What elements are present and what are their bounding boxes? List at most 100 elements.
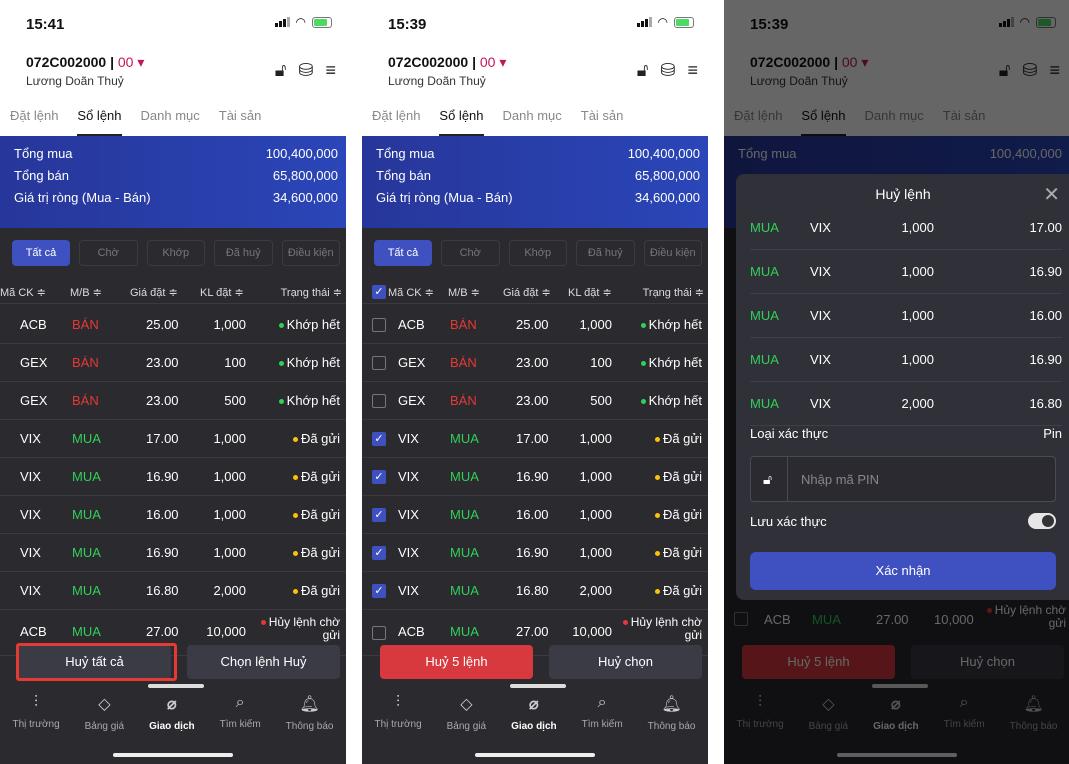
row-checkbox[interactable] [734,612,748,626]
table-row[interactable]: ✓ VIX MUA 16.90 1,000 Đã gửi [362,534,708,572]
account-selector[interactable]: 072C002000 | 00 ▾ [750,54,868,71]
column-price[interactable]: Giá đặt ≑ [503,286,551,299]
tab-assets[interactable]: Tài sản [933,96,995,136]
menu-icon[interactable]: ≡ [325,60,336,81]
column-status[interactable]: Trạng thái ≑ [281,286,342,299]
column-qty[interactable]: KL đặt ≑ [568,286,612,299]
lock-icon[interactable]: 🔓︎ [637,60,649,81]
table-row[interactable]: GEX BÁN 23.00 500 Khớp hết [362,382,708,420]
row-side: MUA [450,545,479,560]
wallet-icon[interactable]: ⛁ [1022,60,1037,81]
tab-portfolio[interactable]: Danh mục [493,96,571,136]
column-symbol[interactable]: Mã CK ≑ [0,286,46,299]
row-checkbox[interactable]: ✓ [372,470,386,484]
tab-order-book[interactable]: Sổ lệnh [67,96,130,136]
tab-order-book[interactable]: Sổ lệnh [791,96,854,136]
filter-all[interactable]: Tất cả [12,240,70,266]
tab-portfolio[interactable]: Danh mục [131,96,209,136]
confirm-button[interactable]: Xác nhận [750,552,1056,590]
row-checkbox[interactable]: ✓ [372,508,386,522]
table-row[interactable]: ACB BÁN 25.00 1,000 Khớp hết [362,306,708,344]
column-side[interactable]: M/B ≑ [448,286,480,299]
tab-place-order[interactable]: Đặt lệnh [0,96,67,136]
cancel-selected-button[interactable]: Huỷ 5 lệnh [742,645,895,679]
auth-type-value[interactable]: Pin [1043,426,1062,441]
save-auth-toggle[interactable] [1028,513,1056,529]
nav-item-bell[interactable]: 🔔︎ Thông báo [648,690,696,748]
filter-conditional[interactable]: Điều kiện [643,240,702,266]
menu-icon[interactable]: ≡ [687,60,698,81]
nav-item-trade[interactable]: ⌀ Giao dịch [149,690,195,748]
filter-cancelled[interactable]: Đã huỷ [214,240,273,266]
column-symbol[interactable]: Mã CK ≑ [388,286,434,299]
nav-item-chart[interactable]: ⫶ Thị trường [374,690,421,748]
table-row[interactable]: ACB BÁN 25.00 1,000 Khớp hết [0,306,346,344]
row-checkbox[interactable] [372,356,386,370]
deselect-button[interactable]: Huỷ chọn [549,645,702,679]
nav-item-tag[interactable]: ◇ Bảng giá [447,690,486,748]
tab-order-book[interactable]: Sổ lệnh [429,96,492,136]
row-checkbox[interactable] [372,626,386,640]
row-checkbox[interactable] [372,318,386,332]
table-row[interactable]: ✓ VIX MUA 16.00 1,000 Đã gửi [362,496,708,534]
wallet-icon[interactable]: ⛁ [298,60,313,81]
nav-item-search[interactable]: ⌕ Tìm kiếm [944,690,985,748]
nav-item-tag[interactable]: ◇ Bảng giá [85,690,124,748]
cancel-order-row: MUA VIX 1,000 17.00 [750,206,1062,250]
table-row[interactable]: GEX BÁN 23.00 500 Khớp hết [0,382,346,420]
deselect-button[interactable]: Huỷ chọn [911,645,1064,679]
table-row[interactable]: ✓ VIX MUA 16.90 1,000 Đã gửi [362,458,708,496]
menu-icon[interactable]: ≡ [1049,60,1060,81]
filter-cancelled[interactable]: Đã huỷ [576,240,635,266]
nav-item-bell[interactable]: 🔔︎ Thông báo [1010,690,1058,748]
table-row[interactable]: VIX MUA 16.80 2,000 Đã gửi [0,572,346,610]
wallet-icon[interactable]: ⛁ [660,60,675,81]
tab-portfolio[interactable]: Danh mục [855,96,933,136]
nav-item-trade[interactable]: ⌀ Giao dịch [873,690,919,748]
tab-assets[interactable]: Tài sản [571,96,633,136]
nav-item-bell[interactable]: 🔔︎ Thông báo [286,690,334,748]
row-checkbox[interactable]: ✓ [372,584,386,598]
row-checkbox[interactable]: ✓ [372,546,386,560]
column-status[interactable]: Trạng thái ≑ [643,286,704,299]
nav-item-chart[interactable]: ⫶ Thị trường [736,690,783,748]
column-price[interactable]: Giá đặt ≑ [130,286,178,299]
nav-item-trade[interactable]: ⌀ Giao dịch [511,690,557,748]
filter-matched[interactable]: Khớp [146,240,205,266]
table-row[interactable]: VIX MUA 17.00 1,000 Đã gửi [0,420,346,458]
filter-pending[interactable]: Chờ [441,240,500,266]
table-row[interactable]: VIX MUA 16.90 1,000 Đã gửi [0,534,346,572]
close-icon[interactable]: ✕ [1043,182,1060,207]
table-row[interactable]: GEX BÁN 23.00 100 Khớp hết [362,344,708,382]
account-selector[interactable]: 072C002000 | 00 ▾ [388,54,506,71]
nav-item-tag[interactable]: ◇ Bảng giá [809,690,848,748]
filter-pending[interactable]: Chờ [79,240,138,266]
table-row[interactable]: ✓ VIX MUA 16.80 2,000 Đã gửi [362,572,708,610]
filter-conditional[interactable]: Điều kiện [281,240,340,266]
filter-all[interactable]: Tất cả [374,240,432,266]
select-orders-to-cancel-button[interactable]: Chọn lệnh Huỷ [187,645,340,679]
cancel-selected-button[interactable]: Huỷ 5 lệnh [380,645,533,679]
lock-icon[interactable]: 🔓︎ [999,60,1011,81]
column-side[interactable]: M/B ≑ [70,286,102,299]
tab-place-order[interactable]: Đặt lệnh [724,96,791,136]
row-status: Đã gửi [292,507,340,522]
table-row[interactable]: VIX MUA 16.90 1,000 Đã gửi [0,458,346,496]
nav-item-chart[interactable]: ⫶ Thị trường [12,690,59,748]
table-row[interactable]: ✓ VIX MUA 17.00 1,000 Đã gửi [362,420,708,458]
row-checkbox[interactable]: ✓ [372,432,386,446]
table-row[interactable]: VIX MUA 16.00 1,000 Đã gửi [0,496,346,534]
nav-item-search[interactable]: ⌕ Tìm kiếm [220,690,261,748]
table-row[interactable]: ACB MUA 27.00 10,000 Hủy lệnh chờ gửi [724,598,1069,644]
lock-icon[interactable]: 🔓︎ [275,60,287,81]
nav-item-search[interactable]: ⌕ Tìm kiếm [582,690,623,748]
account-selector[interactable]: 072C002000 | 00 ▾ [26,54,144,71]
pin-field[interactable]: 🔓︎ Nhập mã PIN [750,456,1056,502]
tab-assets[interactable]: Tài sản [209,96,271,136]
table-row[interactable]: GEX BÁN 23.00 100 Khớp hết [0,344,346,382]
select-all-checkbox[interactable]: ✓ [372,285,386,299]
row-checkbox[interactable] [372,394,386,408]
tab-place-order[interactable]: Đặt lệnh [362,96,429,136]
filter-matched[interactable]: Khớp [508,240,567,266]
column-qty[interactable]: KL đặt ≑ [200,286,244,299]
